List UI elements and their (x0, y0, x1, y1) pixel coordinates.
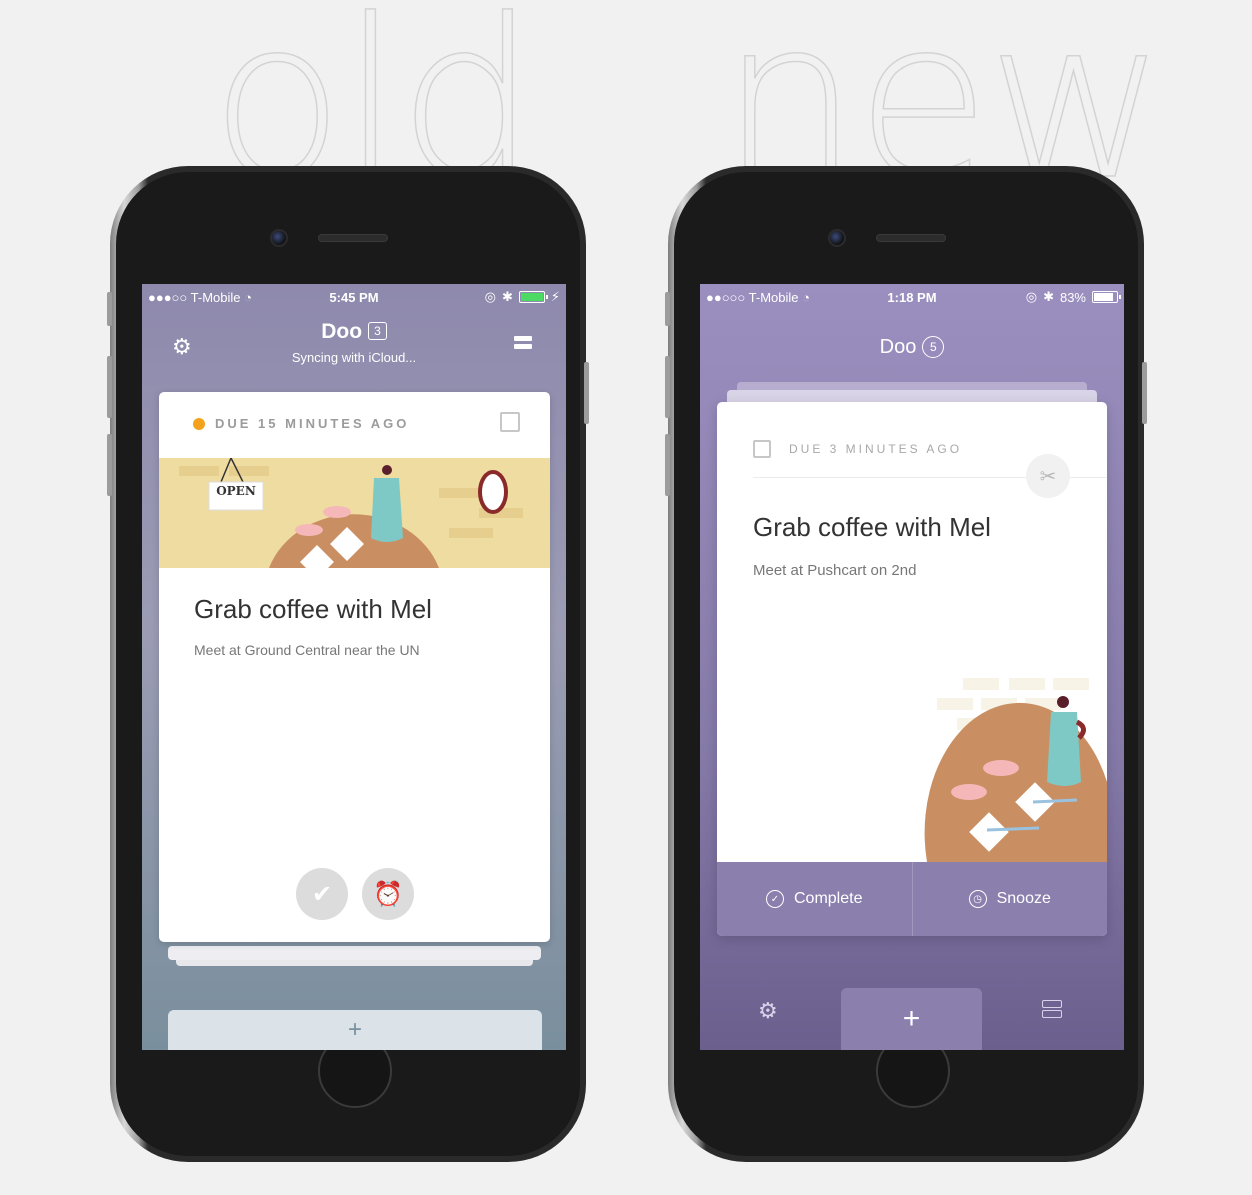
app-title: Doo 3 (142, 320, 566, 344)
snooze-button[interactable]: ⏰ (362, 868, 414, 920)
camera (828, 229, 846, 247)
battery-icon (518, 291, 548, 303)
list-menu-icon[interactable] (1042, 1000, 1062, 1020)
mute-switch (107, 292, 112, 326)
app-title: Doo 5 (700, 336, 1124, 359)
task-card[interactable]: DUE 15 MINUTES AGO OPEN Grab coffee with… (159, 392, 550, 942)
due-label: DUE 15 MINUTES AGO (193, 416, 409, 431)
volume-down-button (107, 434, 112, 496)
task-note: Meet at Ground Central near the UN (194, 642, 420, 658)
alarm-clock-icon: ⏰ (373, 880, 403, 908)
add-task-button[interactable]: + (168, 1010, 542, 1050)
old-phone: ●●●○○ T-Mobile ◔ 5:45 PM ◎ ✱ ⚡ ⚙ Doo 3 Sy… (107, 166, 589, 1162)
checkmark-circle-icon: ✓ (766, 890, 784, 908)
volume-up-button (665, 356, 670, 418)
volume-down-button (665, 434, 670, 496)
due-dot-icon (193, 417, 205, 430)
edit-icon[interactable] (753, 440, 771, 458)
power-button (1142, 362, 1147, 424)
status-time: 1:18 PM (887, 289, 937, 305)
list-menu-icon[interactable] (514, 336, 532, 352)
task-count-badge: 5 (922, 336, 945, 358)
settings-gear-icon[interactable]: ⚙ (758, 998, 778, 1024)
alarm-clock-icon: ◷ (968, 890, 987, 908)
battery-icon (1092, 291, 1121, 303)
snooze-button[interactable]: ◷ Snooze (911, 862, 1108, 936)
add-task-button[interactable]: + (841, 988, 982, 1050)
volume-up-button (107, 356, 112, 418)
speaker (318, 234, 388, 242)
new-phone: ●●○○○ T-Mobile ◔ 1:18 PM ◎ ✱ 83% Doo 5 D… (665, 166, 1147, 1162)
task-count-badge: 3 (368, 322, 387, 340)
camera (270, 229, 288, 247)
edit-icon[interactable] (500, 412, 520, 432)
due-label: DUE 3 MINUTES AGO (753, 440, 962, 458)
mute-switch (665, 292, 670, 326)
complete-button[interactable]: ✓ Complete (717, 862, 912, 936)
task-title: Grab coffee with Mel (194, 594, 432, 624)
open-sign: OPEN (216, 484, 256, 498)
complete-button[interactable]: ✔ (296, 868, 348, 920)
cafe-illustration (924, 678, 1107, 862)
action-bar: ✓ Complete ◷ Snooze (717, 862, 1107, 936)
status-time: 5:45 PM (329, 289, 379, 305)
task-title: Grab coffee with Mel (753, 512, 991, 542)
attachment-paperclip-icon[interactable]: ✂ (1026, 454, 1070, 498)
checkmark-icon: ✔ (311, 880, 333, 908)
cafe-illustration (159, 458, 550, 568)
new-screen: ●●○○○ T-Mobile ◔ 1:18 PM ◎ ✱ 83% Doo 5 D… (700, 284, 1124, 1050)
status-bar: ●●●○○ T-Mobile ◔ 5:45 PM ◎ ✱ ⚡ (142, 284, 566, 310)
card-stack-shadow (168, 946, 541, 960)
status-bar: ●●○○○ T-Mobile ◔ 1:18 PM ◎ ✱ 83% (700, 284, 1124, 310)
task-card[interactable]: DUE 3 MINUTES AGO ✂ Grab coffee with Mel… (717, 402, 1107, 936)
task-note: Meet at Pushcart on 2nd (753, 562, 917, 579)
power-button (584, 362, 589, 424)
speaker (876, 234, 946, 242)
old-screen: ●●●○○ T-Mobile ◔ 5:45 PM ◎ ✱ ⚡ ⚙ Doo 3 Sy… (142, 284, 566, 1050)
sync-status: Syncing with iCloud... (291, 350, 417, 365)
